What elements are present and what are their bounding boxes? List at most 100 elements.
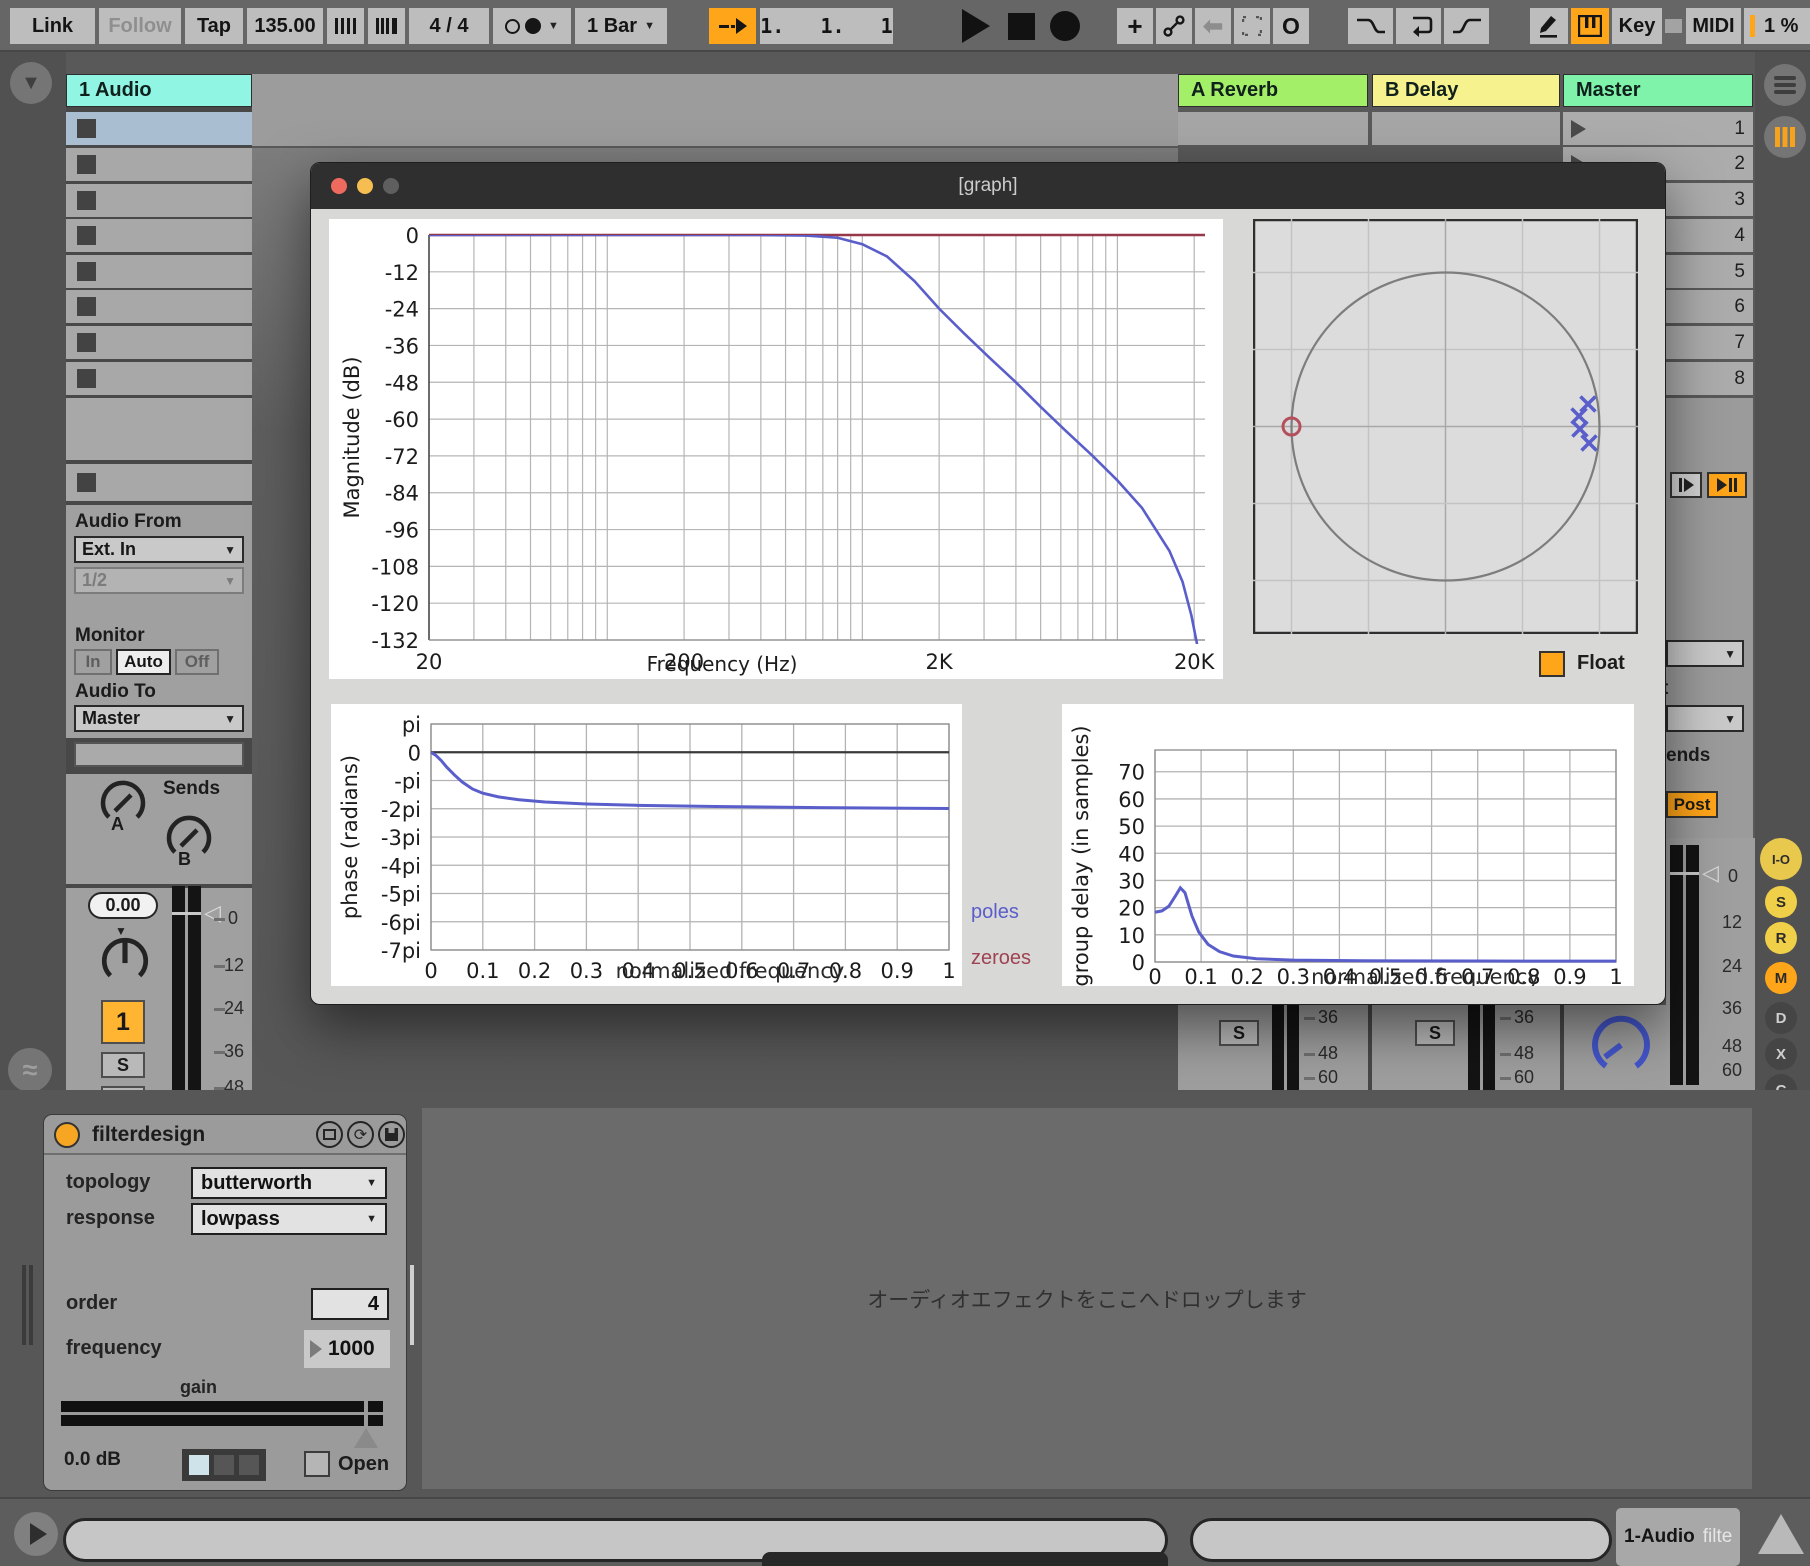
device-unfold-button[interactable] bbox=[316, 1121, 343, 1148]
scene-overview-button[interactable] bbox=[1764, 64, 1806, 106]
return-b-slot[interactable] bbox=[1372, 112, 1560, 145]
time-signature-field[interactable]: 4 / 4 bbox=[409, 8, 489, 44]
draw-mode-button[interactable] bbox=[1530, 8, 1568, 44]
gain-slider-notch bbox=[364, 1399, 368, 1428]
pan-knob[interactable] bbox=[97, 933, 153, 989]
input-channel-chooser[interactable]: 1/2▼ bbox=[74, 567, 244, 594]
clip-slot[interactable] bbox=[66, 219, 252, 252]
punch-in-button[interactable] bbox=[1348, 8, 1393, 44]
frequency-field[interactable]: 1000 bbox=[304, 1330, 390, 1368]
clip-slot[interactable] bbox=[66, 255, 252, 288]
midi-map-mode-button[interactable]: MIDI bbox=[1686, 8, 1741, 44]
open-checkbox[interactable] bbox=[304, 1451, 330, 1477]
clip-slot[interactable] bbox=[66, 326, 252, 359]
mixer-sends-toggle[interactable]: S bbox=[1765, 886, 1797, 918]
clip-overview-scrollbar[interactable] bbox=[1190, 1518, 1612, 1562]
svg-text:2K: 2K bbox=[926, 650, 954, 674]
monitor-auto-button[interactable]: Auto bbox=[116, 649, 171, 675]
clip-slot[interactable] bbox=[66, 362, 252, 395]
post-button[interactable]: Post bbox=[1666, 791, 1718, 818]
stop-button[interactable] bbox=[1008, 13, 1035, 40]
back-to-arrangement-button[interactable]: ⬅ bbox=[1195, 8, 1231, 44]
solo-button[interactable]: S bbox=[101, 1052, 145, 1078]
overdub-button[interactable] bbox=[1156, 8, 1192, 44]
hot-swap-button[interactable]: ⟳ bbox=[347, 1121, 374, 1148]
nudge-down-button[interactable] bbox=[327, 8, 364, 44]
clip-slot[interactable] bbox=[66, 464, 252, 501]
key-map-mode-button[interactable]: Key bbox=[1612, 8, 1662, 44]
follow-playback-button[interactable] bbox=[709, 8, 756, 44]
clip-slot[interactable] bbox=[66, 184, 252, 217]
tempo-field[interactable]: 135.00 bbox=[247, 8, 323, 44]
gain-slider-track[interactable] bbox=[61, 1401, 383, 1412]
arrangement-position-display[interactable]: 1. 1. 1 bbox=[760, 8, 893, 44]
float-checkbox[interactable] bbox=[1539, 651, 1565, 677]
cpu-load-meter[interactable]: 1 % bbox=[1744, 8, 1810, 44]
draw-mode-selection-button[interactable] bbox=[1234, 8, 1270, 44]
output-device-chooser[interactable]: Master▼ bbox=[74, 705, 244, 732]
return-b-header[interactable]: B Delay bbox=[1372, 74, 1560, 107]
return-b-solo-button[interactable]: S bbox=[1415, 1020, 1455, 1046]
loop-button[interactable] bbox=[1396, 8, 1441, 44]
device-drop-zone[interactable]: オーディオエフェクトをここへドロップします bbox=[422, 1108, 1752, 1489]
preview-volume-knob[interactable] bbox=[1588, 1012, 1654, 1078]
clip-slot[interactable] bbox=[66, 148, 252, 181]
master-header[interactable]: Master bbox=[1563, 74, 1753, 107]
save-preset-button[interactable] bbox=[378, 1121, 405, 1148]
return-a-slot[interactable] bbox=[1178, 112, 1368, 145]
tap-tempo-button[interactable]: Tap bbox=[185, 8, 243, 44]
device-on-button[interactable] bbox=[54, 1122, 80, 1148]
follow-tempo-button[interactable]: Follow bbox=[99, 8, 181, 44]
new-midi-track-button[interactable]: + bbox=[1117, 8, 1153, 44]
clip-slot[interactable] bbox=[66, 290, 252, 323]
order-field[interactable]: 4 bbox=[311, 1288, 389, 1320]
clip-slot-empty[interactable] bbox=[66, 398, 252, 460]
master-output-chooser[interactable]: ▼ bbox=[1666, 640, 1744, 667]
device-chain-play-button[interactable] bbox=[14, 1512, 58, 1556]
input-device-chooser[interactable]: Ext. In▼ bbox=[74, 536, 244, 563]
link-button[interactable]: Link bbox=[10, 8, 95, 44]
mixer-delay-toggle[interactable]: D bbox=[1765, 1002, 1797, 1034]
nudge-up-button[interactable] bbox=[368, 8, 405, 44]
groove-pool-button[interactable]: ≈ bbox=[8, 1048, 52, 1092]
master-volume-handle[interactable]: ◁ bbox=[1702, 860, 1719, 886]
mixer-io-toggle[interactable]: I-O bbox=[1760, 838, 1802, 880]
mixer-crossfade-toggle[interactable]: X bbox=[1765, 1038, 1797, 1070]
gain-slider-handle[interactable] bbox=[354, 1428, 378, 1448]
master-cue-chooser[interactable]: ▼ bbox=[1666, 705, 1744, 732]
quantization-menu[interactable]: 1 Bar▼ bbox=[575, 8, 667, 44]
svg-text:-2pi: -2pi bbox=[381, 798, 421, 822]
clip-view-toggle[interactable] bbox=[1670, 472, 1702, 498]
punch-out-button[interactable] bbox=[1444, 8, 1489, 44]
return-a-header[interactable]: A Reverb bbox=[1178, 74, 1368, 107]
device-chain-tab[interactable]: 1-Audio filte bbox=[1616, 1508, 1740, 1566]
device-scroll-grip[interactable] bbox=[22, 1265, 26, 1345]
response-menu[interactable]: lowpass▼ bbox=[191, 1203, 387, 1235]
volume-field[interactable]: 0.00 bbox=[88, 892, 158, 919]
pole-zero-plot[interactable] bbox=[1253, 219, 1638, 634]
mixer-mixer-toggle[interactable]: M bbox=[1765, 962, 1797, 994]
triangle-icon bbox=[1717, 478, 1727, 492]
browser-collapse-button[interactable]: ▼ bbox=[10, 62, 52, 104]
device-scroll-grip[interactable] bbox=[29, 1265, 33, 1345]
loop-marker-button[interactable]: O bbox=[1273, 8, 1309, 44]
play-button[interactable] bbox=[962, 9, 990, 43]
record-button[interactable] bbox=[1050, 11, 1080, 41]
mixer-view-button[interactable] bbox=[1764, 116, 1806, 158]
gain-slider-track[interactable] bbox=[61, 1415, 383, 1426]
metronome-button[interactable]: ▼ bbox=[493, 8, 571, 44]
monitor-in-button[interactable]: In bbox=[74, 649, 112, 675]
scene-number: 8 bbox=[1690, 362, 1745, 395]
clip-slot[interactable] bbox=[66, 112, 252, 145]
topology-menu[interactable]: butterworth▼ bbox=[191, 1167, 387, 1199]
return-a-solo-button[interactable]: S bbox=[1219, 1020, 1259, 1046]
status-warning-icon[interactable] bbox=[1758, 1514, 1804, 1554]
volume-slider-handle[interactable]: ◁ bbox=[204, 900, 221, 926]
monitor-off-button[interactable]: Off bbox=[175, 649, 219, 675]
device-resize-grip[interactable] bbox=[410, 1265, 414, 1345]
computer-midi-keyboard-button[interactable] bbox=[1571, 8, 1609, 44]
track-activator-button[interactable]: 1 bbox=[101, 1000, 145, 1044]
device-view-toggle[interactable] bbox=[1707, 472, 1747, 498]
mixer-returns-toggle[interactable]: R bbox=[1765, 922, 1797, 954]
track-1-header[interactable]: 1 Audio bbox=[66, 74, 252, 107]
